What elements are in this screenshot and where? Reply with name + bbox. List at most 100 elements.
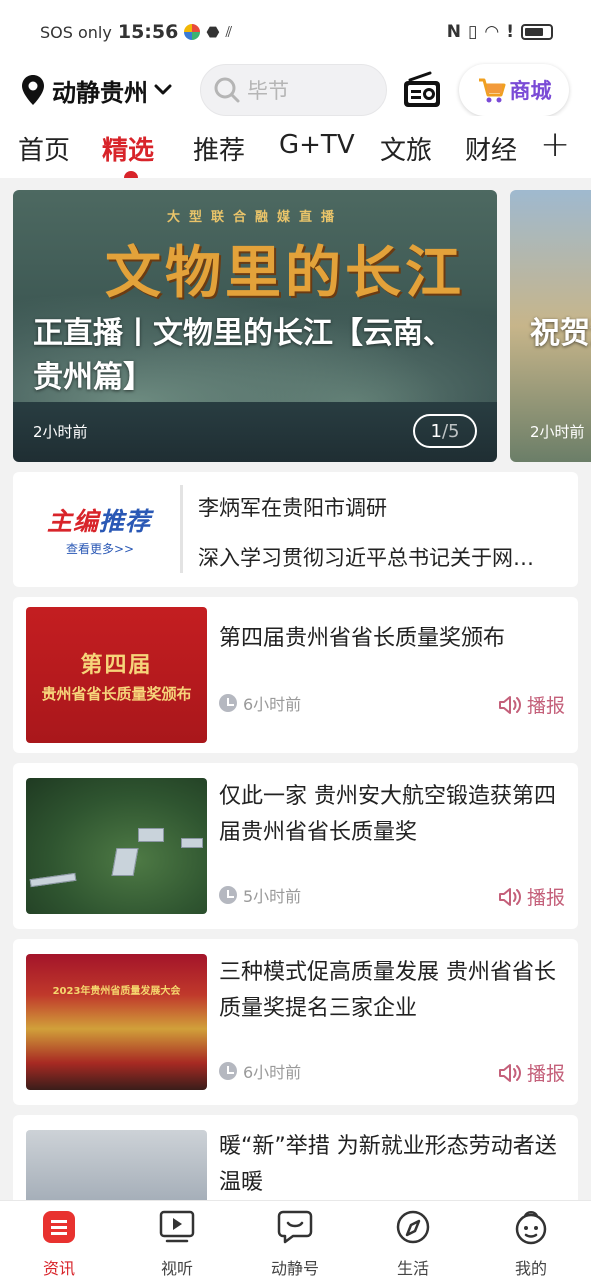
- location-selector[interactable]: 动静贵州: [20, 73, 172, 108]
- nav-label: 我的: [514, 1259, 547, 1278]
- news-meta: 6小时前: [219, 691, 301, 715]
- search-input[interactable]: 毕节: [200, 64, 387, 116]
- building-shape: [138, 828, 164, 842]
- nav-label: 视听: [160, 1259, 193, 1278]
- thumb-title: 第四届: [80, 652, 153, 678]
- mascot-icon: [515, 1211, 547, 1245]
- nav-label: 动静号: [270, 1259, 319, 1278]
- banner-headline: 正直播丨文物里的长江【云南、贵州篇】: [33, 316, 453, 395]
- location-label: 动静贵州: [52, 78, 148, 107]
- chevron-down-icon: [154, 84, 172, 95]
- speaker-icon: [498, 695, 521, 714]
- report-label: 播报: [526, 1063, 565, 1085]
- nav-label: 资讯: [42, 1259, 75, 1278]
- status-icons: N ▯ ◠ !: [447, 22, 553, 42]
- battery-icon: [521, 24, 553, 40]
- editor-pick-item[interactable]: 深入学习贯彻习近平总书记关于网…: [198, 542, 563, 572]
- app-notification-icon: [184, 24, 201, 40]
- channel-tabs: 首页 精选 推荐 G+TV 文旅 财经 +: [0, 116, 591, 178]
- divider: [180, 485, 183, 573]
- see-more-link[interactable]: 查看更多>>: [66, 540, 134, 557]
- brand-part-1: 主编: [47, 507, 100, 536]
- nfc-icon: N: [446, 22, 462, 42]
- banner-subtitle: 大型联合融媒直播: [166, 210, 343, 225]
- building-shape: [111, 848, 139, 876]
- speaker-icon: [498, 1063, 521, 1082]
- news-title: 三种模式促高质量发展 贵州省省长质量奖提名三家企业: [219, 960, 556, 1021]
- report-button[interactable]: 播报: [498, 1059, 565, 1086]
- news-icon: [43, 1211, 75, 1243]
- clock-time: 15:56: [117, 21, 179, 43]
- report-button[interactable]: 播报: [498, 883, 565, 910]
- mall-button[interactable]: 商城: [459, 64, 569, 116]
- news-title: 仅此一家 贵州安大航空锻造获第四届贵州省省长质量奖: [219, 784, 556, 845]
- nav-life[interactable]: 生活: [368, 1207, 458, 1279]
- nav-dongjing-hao[interactable]: 动静号: [250, 1207, 340, 1279]
- banner-next-headline: 祝贺洋水: [530, 316, 591, 351]
- news-card[interactable]: 第四届 贵州省省长质量奖颁布 第四届贵州省省长质量奖颁布 6小时前 播报: [13, 597, 578, 753]
- tab-home[interactable]: 首页: [18, 130, 70, 167]
- wifi-icon: ◠: [484, 22, 500, 42]
- banner-slide[interactable]: 大型联合融媒直播 文物里的长江 正直播丨文物里的长江【云南、贵州篇】 2小时前 …: [13, 190, 497, 462]
- link-icon: ⫽: [225, 23, 233, 41]
- alert-icon: !: [506, 22, 514, 42]
- news-title: 第四届贵州省省长质量奖颁布: [219, 626, 506, 651]
- tab-recommend[interactable]: 推荐: [193, 130, 245, 167]
- report-button[interactable]: 播报: [498, 691, 565, 718]
- building-shape: [181, 838, 203, 848]
- pager-total: /5: [441, 420, 460, 442]
- tab-gtv[interactable]: G+TV: [279, 130, 355, 160]
- news-title: 暖“新”举措 为新就业形态劳动者送温暖: [219, 1134, 557, 1195]
- bottom-nav: 资讯 视听 动静号 生活 我的: [0, 1200, 591, 1280]
- radio-icon[interactable]: [402, 71, 442, 109]
- report-label: 播报: [526, 695, 565, 717]
- banner-slide-next[interactable]: 祝贺洋水 2小时前: [510, 190, 591, 462]
- banner-art-title: 文物里的长江: [105, 240, 465, 306]
- clock-icon: [219, 694, 237, 712]
- location-pin-icon: [22, 75, 44, 105]
- carrier-text: SOS only: [40, 22, 112, 42]
- news-time: 5小时前: [243, 887, 302, 906]
- news-card[interactable]: 2023年贵州省质量发展大会 三种模式促高质量发展 贵州省省长质量奖提名三家企业…: [13, 939, 578, 1105]
- banner-time: 2小时前: [33, 423, 88, 441]
- report-label: 播报: [526, 887, 565, 909]
- active-tab-indicator: [124, 171, 138, 178]
- speaker-icon: [498, 887, 521, 906]
- nav-mine[interactable]: 我的: [486, 1207, 576, 1279]
- status-left: SOS only 15:56 ⬣ ⫽: [40, 21, 232, 43]
- compass-icon: [396, 1210, 430, 1244]
- top-header: 动静贵州 毕节 商城: [0, 64, 591, 116]
- status-bar: SOS only 15:56 ⬣ ⫽ N ▯ ◠ !: [0, 0, 591, 64]
- chat-face-icon: [277, 1210, 313, 1244]
- tab-finance[interactable]: 财经: [465, 130, 517, 167]
- news-meta: 6小时前: [219, 1059, 301, 1083]
- nav-label: 生活: [396, 1259, 429, 1278]
- building-shape: [29, 872, 77, 888]
- thumb-caption: 2023年贵州省质量发展大会: [52, 986, 181, 997]
- banner-next-time: 2小时前: [530, 423, 585, 441]
- banner-pager: 1 /5: [413, 414, 477, 448]
- tab-culture-travel[interactable]: 文旅: [380, 130, 432, 167]
- editor-pick-item[interactable]: 李炳军在贵阳市调研: [198, 492, 563, 522]
- mall-label: 商城: [509, 79, 552, 103]
- news-thumbnail: 第四届 贵州省省长质量奖颁布: [26, 607, 207, 743]
- brand-part-2: 推荐: [99, 507, 152, 536]
- clock-icon: [219, 1062, 237, 1080]
- android-icon: ⬣: [206, 23, 220, 41]
- search-icon: [214, 77, 240, 103]
- editor-picks-logo[interactable]: 主编推荐: [47, 502, 151, 538]
- news-time: 6小时前: [243, 695, 302, 714]
- nav-news[interactable]: 资讯: [14, 1207, 104, 1279]
- news-card[interactable]: 仅此一家 贵州安大航空锻造获第四届贵州省省长质量奖 5小时前 播报: [13, 763, 578, 929]
- shopping-cart-icon: [478, 78, 505, 103]
- tab-featured[interactable]: 精选: [102, 130, 154, 167]
- pager-current: 1: [430, 420, 442, 442]
- thumb-subtitle: 贵州省省长质量奖颁布: [41, 684, 192, 703]
- news-thumbnail: 2023年贵州省质量发展大会: [26, 954, 207, 1090]
- search-placeholder: 毕节: [247, 79, 289, 103]
- news-time: 6小时前: [243, 1063, 302, 1082]
- nav-video[interactable]: 视听: [132, 1207, 222, 1279]
- news-meta: 5小时前: [219, 883, 301, 907]
- editor-picks: 主编推荐 查看更多>> 李炳军在贵阳市调研 深入学习贯彻习近平总书记关于网…: [13, 472, 578, 587]
- add-channel-icon[interactable]: +: [540, 124, 570, 165]
